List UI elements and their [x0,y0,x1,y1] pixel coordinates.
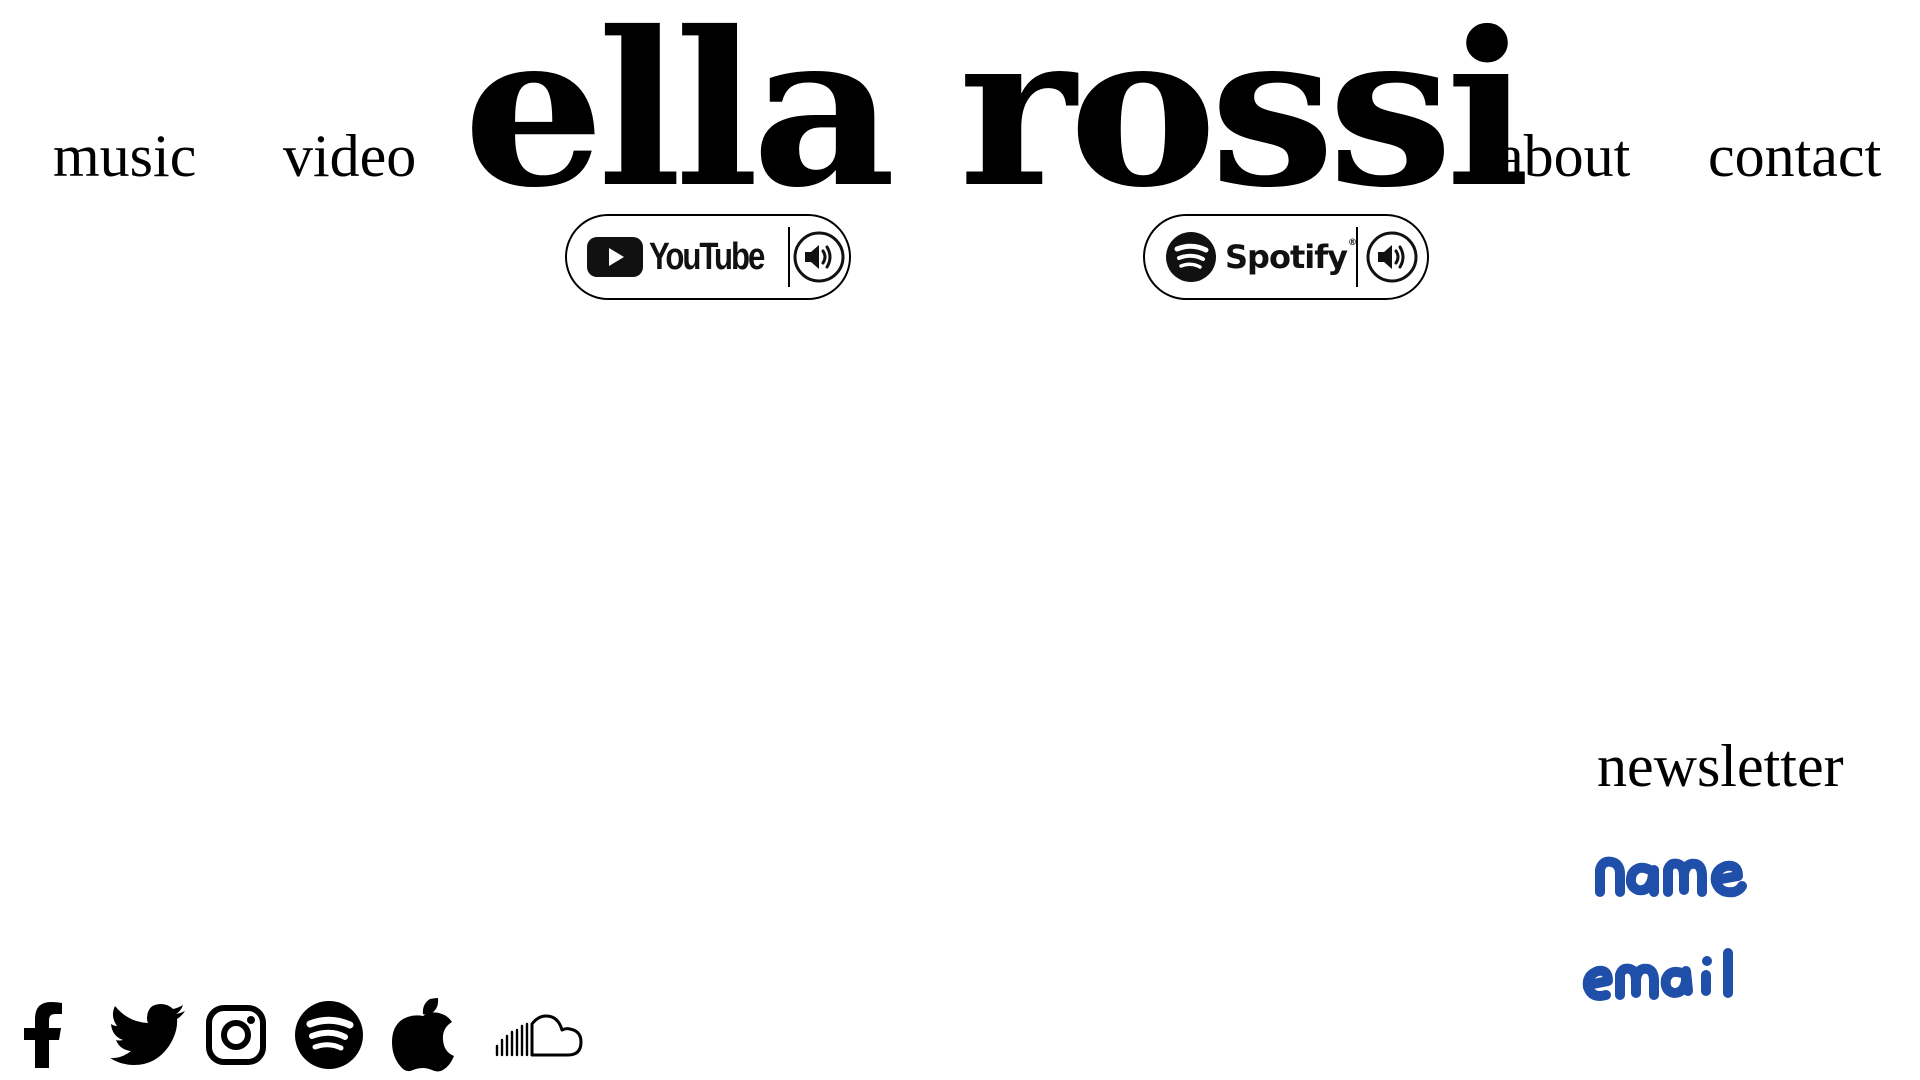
handwritten-email-placeholder [1582,948,1733,1001]
twitter-icon [110,1004,186,1066]
site-title[interactable]: ella rossi [463,0,1530,215]
instagram-link[interactable] [203,990,269,1080]
newsletter-name-field[interactable] [1592,840,1852,908]
spotify-logo: Spotify® [1145,216,1357,298]
spotify-logo-icon [1165,231,1217,283]
instagram-icon [205,1004,267,1066]
soundcloud-link[interactable] [492,990,586,1080]
spotify-icon [294,1000,364,1070]
facebook-link[interactable] [8,990,78,1080]
spotify-play-speaker[interactable] [1358,216,1427,298]
facebook-icon [23,1002,63,1068]
spotify-link[interactable] [291,990,367,1080]
youtube-logo: YouTube [567,216,788,298]
newsletter-heading: newsletter [1597,733,1844,799]
speaker-icon [792,230,846,284]
youtube-logo-icon [587,237,643,277]
handwritten-name-placeholder [1595,856,1747,898]
soundcloud-icon [494,1012,584,1058]
apple-music-link[interactable] [388,990,458,1080]
twitter-link[interactable] [108,990,188,1080]
nav-link-video[interactable]: video [283,126,416,186]
apple-icon [392,998,454,1072]
newsletter-email-field[interactable] [1578,935,1838,1011]
spotify-logo-text: Spotify® [1225,238,1357,276]
spotify-listen-button[interactable]: Spotify® [1143,214,1429,300]
youtube-logo-text: YouTube [649,235,765,278]
youtube-listen-button[interactable]: YouTube [565,214,851,300]
nav-link-contact[interactable]: contact [1708,126,1881,186]
speaker-icon [1365,230,1419,284]
nav-link-music[interactable]: music [53,126,196,186]
youtube-play-speaker[interactable] [790,216,849,298]
